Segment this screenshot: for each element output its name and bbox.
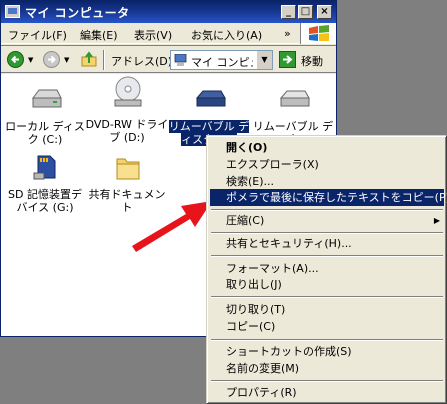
menu-open[interactable]: 開く(O) [210,139,444,156]
submenu-arrow-icon: ▶ [433,216,440,225]
menu-format[interactable]: フォーマット(A)... [210,260,444,277]
menu-explore[interactable]: エクスプローラ(X) [210,156,444,173]
menu-separator [211,339,443,341]
menu-separator [211,380,443,382]
menu-create-shortcut[interactable]: ショートカットの作成(S) [210,343,444,360]
menu-separator [211,296,443,298]
menu-search[interactable]: 検索(E)... [210,173,444,190]
menu-copy[interactable]: コピー(C) [210,318,444,335]
menu-compress-label: 圧縮(C) [226,214,265,227]
menu-eject[interactable]: 取り出し(J) [210,276,444,293]
menu-properties[interactable]: プロパティ(R) [210,384,444,401]
menu-sharing-security[interactable]: 共有とセキュリティ(H)... [210,235,444,252]
menu-separator [211,232,443,234]
context-menu: 開く(O) エクスプローラ(X) 検索(E)... ポメラで最後に保存したテキス… [206,135,447,404]
menu-separator [211,255,443,257]
menu-cut[interactable]: 切り取り(T) [210,301,444,318]
menu-compress[interactable]: 圧縮(C) ▶ [210,212,444,229]
menu-rename[interactable]: 名前の変更(M) [210,360,444,377]
menu-separator [211,209,443,211]
menu-pomera-copy[interactable]: ポメラで最後に保存したテキストをコピー(P) [210,189,447,206]
